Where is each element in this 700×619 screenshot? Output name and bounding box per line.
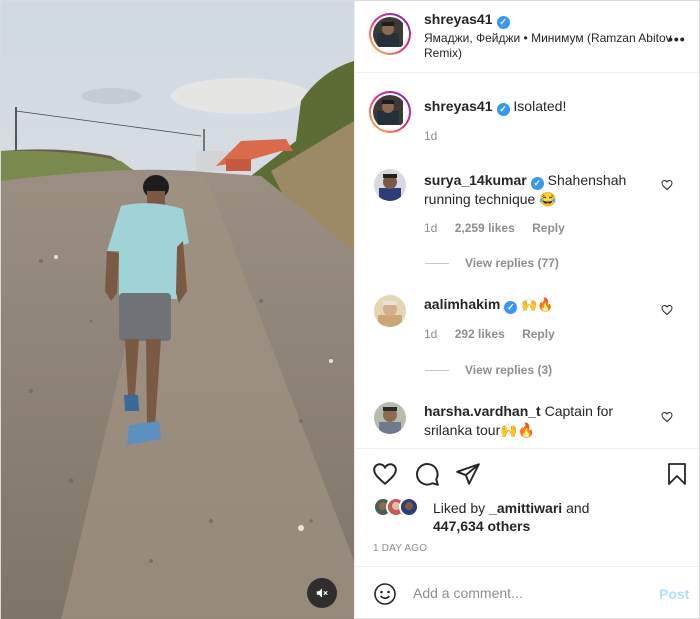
video-frame [1,1,354,619]
caption-author-avatar[interactable] [369,91,411,133]
commenter-avatar[interactable] [374,169,406,201]
author-avatar-image [373,17,403,47]
heart-icon[interactable] [372,461,398,487]
liked-by-prefix: Liked by [433,500,486,516]
caption-text: Isolated! [513,98,567,114]
caption: shreyas41 ✓ Isolated! [424,97,566,116]
view-replies-label: View replies (77) [465,256,559,270]
commenter-avatar-image [374,295,406,327]
verified-badge-icon: ✓ [496,16,510,29]
comment-text: 🙌🔥 [521,298,554,313]
comment-username[interactable]: aalimhakim [424,296,500,312]
comment-icon[interactable] [414,461,440,487]
view-replies-label: View replies (3) [465,363,553,377]
comment-item: surya_14kumar ✓ Shahenshah running techni… [424,171,654,209]
comment-username[interactable]: harsha.vardhan_t [424,403,541,419]
caption-time[interactable]: 1d [424,129,437,143]
verified-badge-icon: ✓ [530,177,544,190]
bookmark-icon[interactable] [665,461,689,487]
post-details-panel: shreyas41 ✓ Ямаджи, Фейджи • Минимум (Ram… [354,1,699,619]
likes-count[interactable]: 447,634 others [433,518,530,534]
mute-toggle-button[interactable] [307,578,337,608]
likes-summary: Liked by _amittiwari and 447,634 others [433,499,653,535]
post-author: shreyas41 ✓ [424,11,510,29]
emoji-icon[interactable] [373,582,397,606]
caption-meta: 1d [424,129,451,143]
heart-icon[interactable] [661,304,673,316]
comment-input[interactable] [413,585,643,601]
replies-divider-line [425,369,449,371]
comment-item: harsha.vardhan_t Captain for srilanka to… [424,402,639,440]
more-options-button[interactable]: ••• [668,31,686,47]
comment-item: aalimhakim ✓ 🙌🔥 [424,295,554,315]
verified-badge-icon: ✓ [496,103,510,116]
verified-badge-icon: ✓ [504,301,518,314]
post-author-username[interactable]: shreyas41 [424,11,493,27]
comment-time[interactable]: 1d [424,221,437,235]
audio-track-link[interactable]: Ямаджи, Фейджи • Минимум (Ramzan Abitov … [424,31,674,61]
post-timestamp[interactable]: 1 DAY AGO [373,543,427,554]
comment-time[interactable]: 1d [424,327,437,341]
share-icon[interactable] [455,461,481,487]
post-header: shreyas41 ✓ Ямаджи, Фейджи • Минимум (Ram… [355,1,699,73]
post-video[interactable] [1,1,354,619]
liked-by-user[interactable]: _amittiwari [489,500,562,516]
commenter-avatar-image [374,169,406,201]
comments-list[interactable]: shreyas41 ✓ Isolated! 1d surya_14kumar ✓ S… [355,73,699,448]
comment-likes-count[interactable]: 292 likes [455,327,505,341]
commenter-avatar[interactable] [374,402,406,434]
view-replies-button[interactable]: View replies (3) [425,363,552,377]
heart-icon[interactable] [661,411,673,423]
comment-username[interactable]: surya_14kumar [424,172,527,188]
muted-speaker-icon [316,588,328,598]
view-replies-button[interactable]: View replies (77) [425,256,559,270]
heart-icon[interactable] [661,179,673,191]
liker-avatar [399,497,419,517]
commenter-avatar-image [374,402,406,434]
comment-reply-button[interactable]: Reply [522,327,555,341]
likers-avatars[interactable] [373,497,419,517]
post-comment-button[interactable]: Post [659,586,689,602]
caption-username[interactable]: shreyas41 [424,98,493,114]
caption-avatar-image [373,95,403,125]
commenter-avatar[interactable] [374,295,406,327]
comment-likes-count[interactable]: 2,259 likes [455,221,515,235]
liked-by-and: and [566,500,590,516]
add-comment-bar: Post [355,566,699,619]
instagram-post-modal: shreyas41 ✓ Ямаджи, Фейджи • Минимум (Ram… [0,0,700,619]
author-avatar[interactable] [369,13,411,55]
post-actions: Liked by _amittiwari and 447,634 others … [355,448,699,566]
comment-meta: 1d 292 likes Reply [424,327,569,341]
replies-divider-line [425,262,449,264]
comment-reply-button[interactable]: Reply [532,221,565,235]
comment-meta: 1d 2,259 likes Reply [424,221,579,235]
